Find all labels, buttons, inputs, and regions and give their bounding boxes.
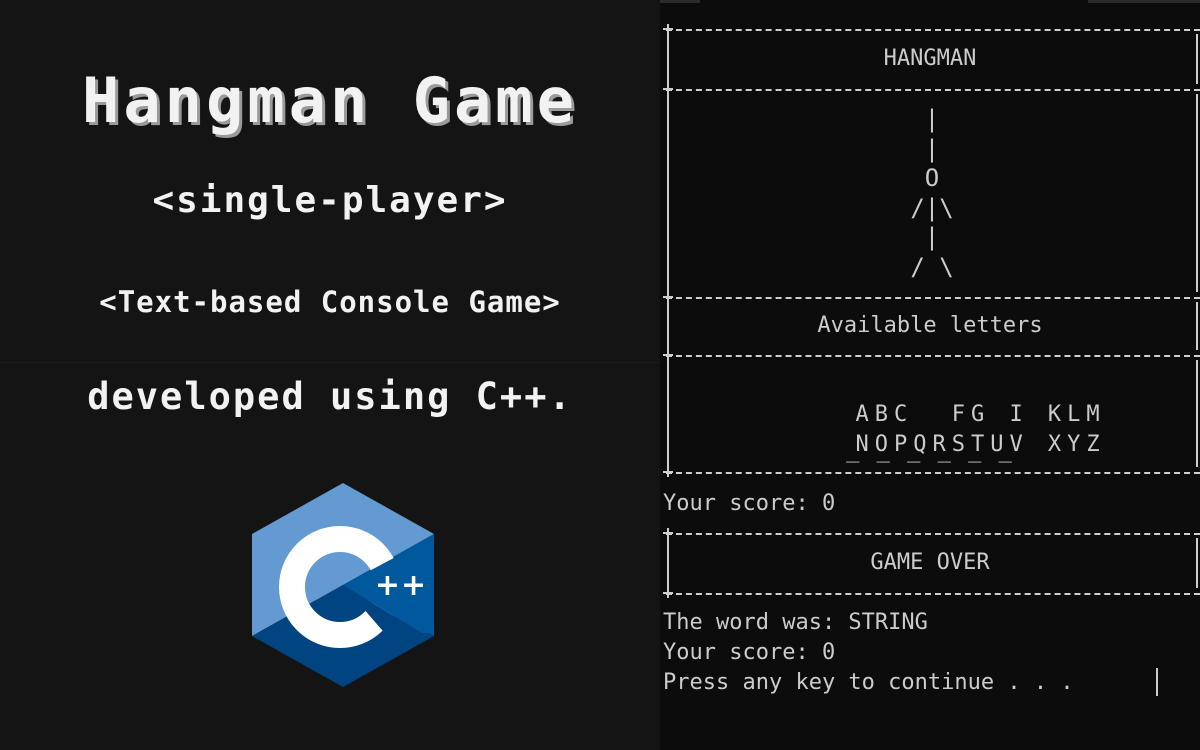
console-window[interactable]: HANGMAN | | O /|\ | / \ Available letter…	[660, 0, 1200, 750]
gallows-rope: |	[924, 135, 940, 163]
console-tab-strip	[660, 0, 1200, 4]
rule-above-gameover	[666, 533, 1200, 535]
corner-plus	[663, 84, 673, 94]
promo-title: Hangman Game	[82, 64, 578, 137]
hangman-arms: /|\	[910, 194, 954, 222]
rule-below-gameover	[666, 593, 1200, 595]
score-line: Your score: 0	[663, 491, 836, 516]
hangman-head: O	[924, 164, 940, 192]
letters-title: Available letters	[817, 313, 1043, 338]
word-blanks: _ _ _ _ _ _	[846, 438, 1014, 463]
corner-plus	[663, 467, 673, 477]
gallows-rope-top: |	[924, 105, 940, 133]
logo-plus-text: ++	[375, 568, 427, 603]
rule-below-letters-title	[666, 355, 1200, 357]
hangman-body: |	[924, 223, 940, 251]
cpp-logo-icon: ++	[252, 483, 434, 687]
promo-divider	[0, 362, 660, 363]
rule-below-header	[666, 89, 1200, 91]
promo-developed-line: developed using C++.	[87, 375, 573, 418]
text-cursor	[1156, 668, 1158, 696]
corner-plus	[663, 24, 673, 34]
corner-plus	[663, 588, 673, 598]
promo-game-type: <Text-based Console Game>	[99, 285, 561, 319]
console-header: HANGMAN	[883, 46, 977, 71]
corner-plus	[663, 292, 673, 302]
promo-subtitle: <single-player>	[152, 180, 508, 221]
promo-panel: Hangman Game <single-player> <Text-based…	[0, 0, 660, 750]
screenshot-stage: Hangman Game <single-player> <Text-based…	[0, 0, 1200, 750]
corner-plus	[663, 350, 673, 360]
rule-top	[666, 29, 1200, 31]
hangman-legs: / \	[910, 253, 954, 281]
tab-edge-right	[1088, 0, 1200, 3]
corner-plus	[663, 528, 673, 538]
final-score-line: Your score: 0	[663, 640, 836, 665]
word-reveal-line: The word was: STRING	[663, 610, 928, 635]
rule-below-gallows	[666, 297, 1200, 299]
continue-prompt: Press any key to continue . . .	[663, 670, 1074, 695]
tab-edge-left	[660, 0, 700, 3]
game-over-banner: GAME OVER	[870, 550, 990, 575]
